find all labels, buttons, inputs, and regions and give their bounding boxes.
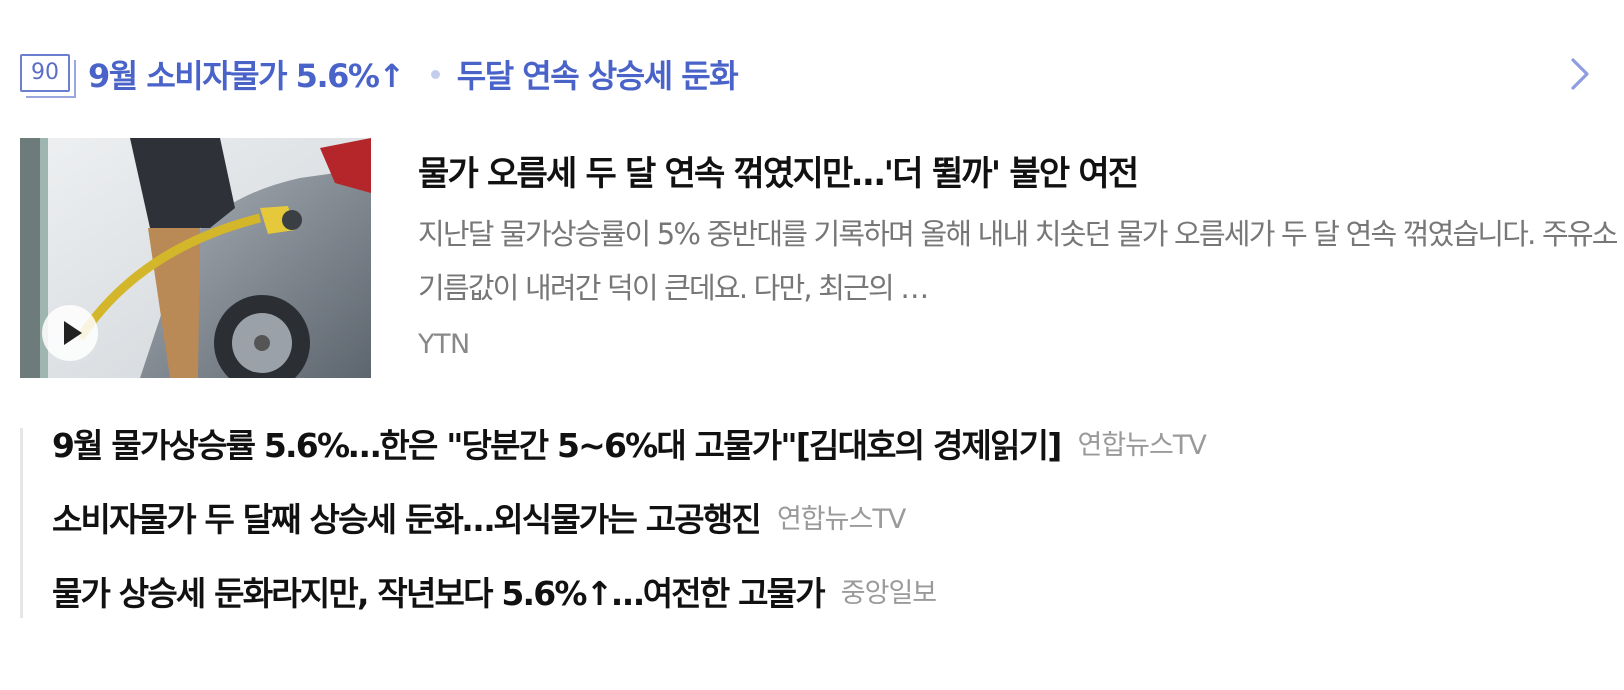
play-button[interactable]	[42, 305, 98, 361]
main-article-description[interactable]: 지난달 물가상승률이 5% 중반대를 기록하며 올해 내내 치솟던 물가 오름세…	[418, 207, 1618, 315]
issue-badge: 90	[20, 54, 76, 98]
list-item[interactable]: 9월 물가상승률 5.6%…한은 "당분간 5~6%대 고물가"[김대호의 경제…	[23, 428, 1583, 502]
main-article-title[interactable]: 물가 오름세 두 달 연속 꺾였지만…'더 뛸까' 불안 여전	[418, 146, 1604, 195]
related-articles-list: 9월 물가상승률 5.6%…한은 "당분간 5~6%대 고물가"[김대호의 경제…	[20, 428, 1583, 618]
issue-badge-number: 90	[20, 54, 70, 92]
separator-dot	[430, 69, 440, 79]
related-article-title[interactable]: 소비자물가 두 달째 상승세 둔화…외식물가는 고공행진	[52, 502, 762, 538]
related-article-title[interactable]: 9월 물가상승률 5.6%…한은 "당분간 5~6%대 고물가"[김대호의 경제…	[52, 428, 1062, 464]
play-icon	[64, 321, 82, 345]
article-thumbnail[interactable]	[20, 138, 371, 378]
issue-subtitle[interactable]: 두달 연속 상승세 둔화	[457, 51, 739, 97]
news-cluster: 90 9월 소비자물가 5.6%↑ 두달 연속 상승세 둔화 물가 오름세 두 …	[0, 0, 1624, 690]
main-article-body: 물가 오름세 두 달 연속 꺾였지만…'더 뛸까' 불안 여전 지난달 물가상승…	[418, 138, 1618, 360]
main-article[interactable]: 물가 오름세 두 달 연속 꺾였지만…'더 뛸까' 불안 여전 지난달 물가상승…	[20, 138, 1618, 380]
chevron-right-icon[interactable]	[1562, 56, 1596, 92]
list-item[interactable]: 소비자물가 두 달째 상승세 둔화…외식물가는 고공행진 연합뉴스TV	[23, 502, 1583, 576]
related-article-title[interactable]: 물가 상승세 둔화라지만, 작년보다 5.6%↑…여전한 고물가	[52, 576, 826, 612]
issue-header[interactable]: 90 9월 소비자물가 5.6%↑ 두달 연속 상승세 둔화	[20, 46, 1604, 102]
main-article-source[interactable]: YTN	[418, 329, 1604, 360]
list-item[interactable]: 물가 상승세 둔화라지만, 작년보다 5.6%↑…여전한 고물가 중앙일보	[23, 576, 1583, 650]
related-article-source[interactable]: 연합뉴스TV	[777, 502, 906, 538]
issue-title[interactable]: 9월 소비자물가 5.6%↑	[88, 51, 405, 97]
related-article-source[interactable]: 연합뉴스TV	[1078, 428, 1207, 464]
related-article-source[interactable]: 중앙일보	[841, 576, 937, 612]
